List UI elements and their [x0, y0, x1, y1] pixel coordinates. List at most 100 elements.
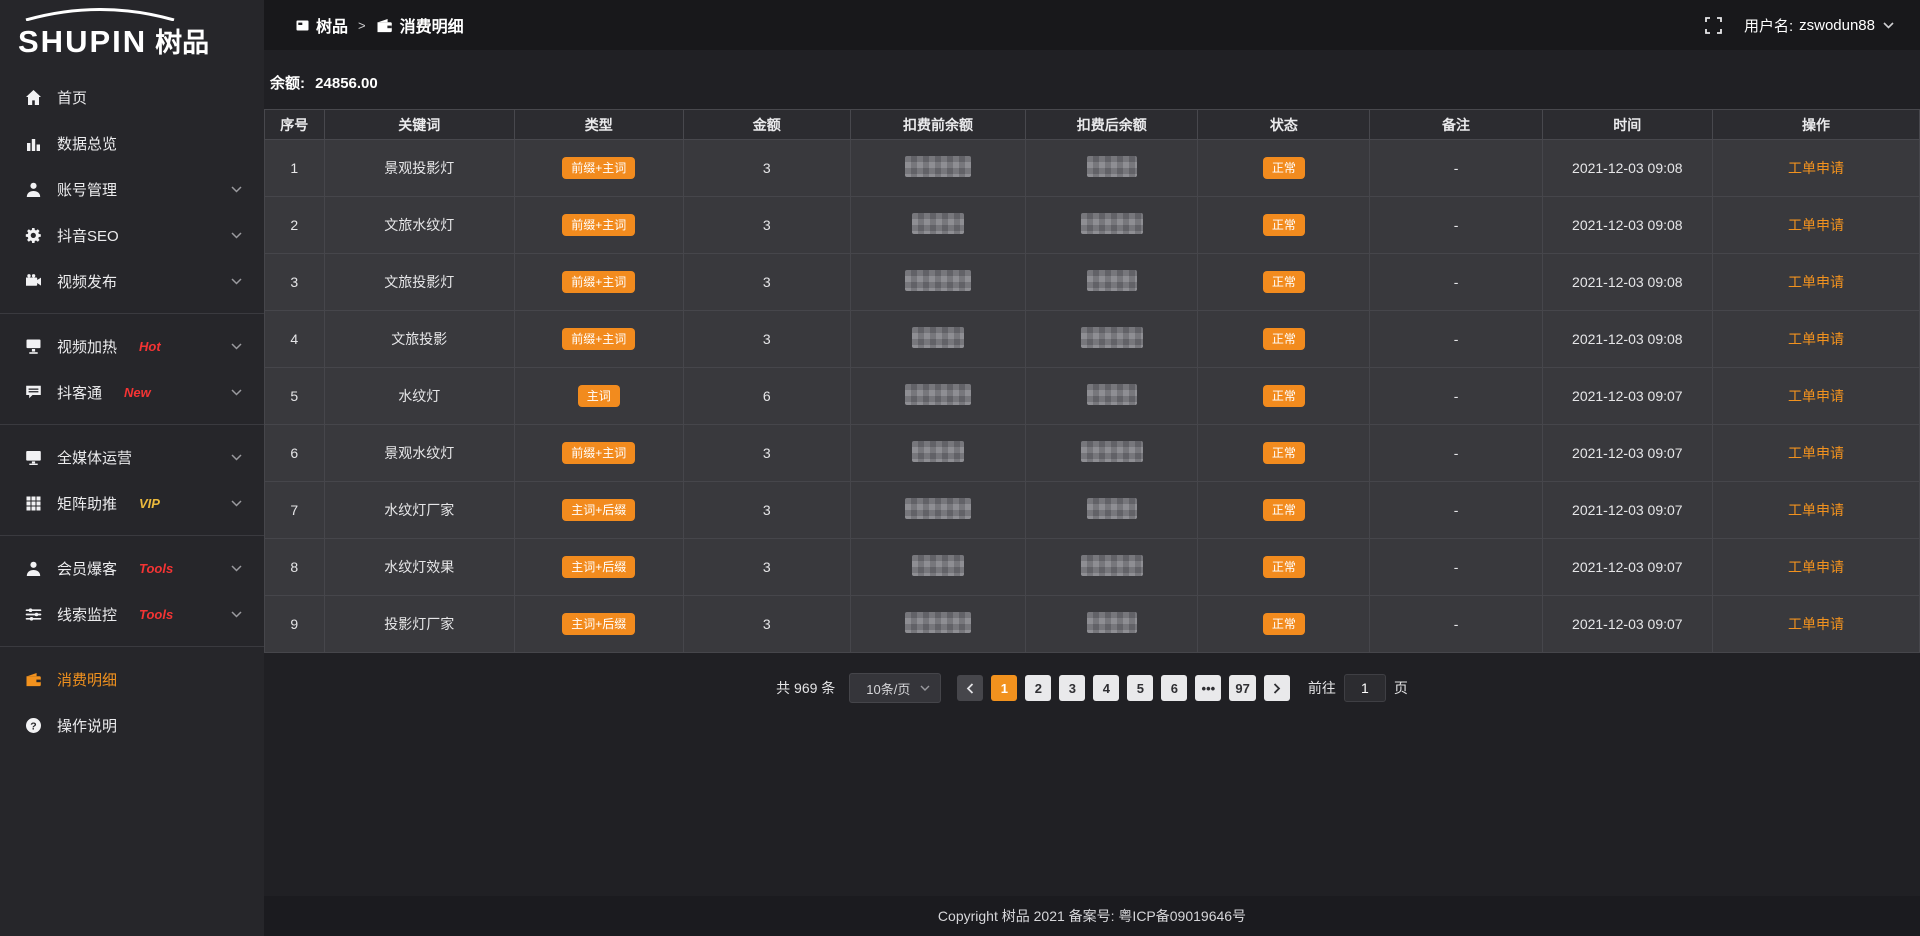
page-ellipsis-button[interactable]: ••• — [1195, 675, 1221, 701]
cell-action: 工单申请 — [1713, 197, 1920, 254]
prev-page-button[interactable] — [957, 675, 983, 701]
page-button-97[interactable]: 97 — [1229, 675, 1255, 701]
chevron-down-icon — [231, 500, 242, 507]
type-badge: 前缀+主词 — [562, 328, 635, 350]
work-order-link[interactable]: 工单申请 — [1788, 388, 1844, 404]
sidebar-item-badge: Hot — [139, 339, 161, 354]
cell-no: 9 — [265, 596, 325, 653]
work-order-link[interactable]: 工单申请 — [1788, 616, 1844, 632]
cell-amount: 3 — [683, 596, 850, 653]
work-order-link[interactable]: 工单申请 — [1788, 217, 1844, 233]
work-order-link[interactable]: 工单申请 — [1788, 502, 1844, 518]
cell-balance-before — [850, 425, 1025, 482]
cell-amount: 3 — [683, 197, 850, 254]
cell-keyword: 文旅投影 — [324, 311, 514, 368]
cell-time: 2021-12-03 09:07 — [1542, 368, 1712, 425]
blurred-value — [1087, 612, 1137, 633]
balance-value: 24856.00 — [315, 75, 378, 92]
screen-icon — [24, 337, 42, 355]
table-row: 3 文旅投影灯 前缀+主词 3 正常 - 2021-12-03 09:08 工单… — [265, 254, 1920, 311]
cell-keyword: 景观水纹灯 — [324, 425, 514, 482]
cell-balance-before — [850, 539, 1025, 596]
sidebar-item-首页[interactable]: 首页 — [0, 74, 264, 120]
page-button-5[interactable]: 5 — [1127, 675, 1153, 701]
next-page-button[interactable] — [1264, 675, 1290, 701]
sidebar-item-label: 全媒体运营 — [57, 447, 132, 468]
page-button-1[interactable]: 1 — [991, 675, 1017, 701]
sidebar-item-视频发布[interactable]: 视频发布 — [0, 258, 264, 304]
page-button-3[interactable]: 3 — [1059, 675, 1085, 701]
page-button-2[interactable]: 2 — [1025, 675, 1051, 701]
monitor-icon — [24, 448, 42, 466]
blurred-value — [1081, 213, 1143, 234]
work-order-link[interactable]: 工单申请 — [1788, 160, 1844, 176]
column-header: 类型 — [514, 110, 683, 140]
goto-page-input[interactable] — [1344, 674, 1386, 702]
type-badge: 主词 — [578, 385, 620, 407]
sidebar-item-label: 首页 — [57, 87, 87, 108]
cell-amount: 6 — [683, 368, 850, 425]
cell-balance-after — [1026, 539, 1198, 596]
status-badge: 正常 — [1263, 328, 1305, 350]
cell-type: 前缀+主词 — [514, 425, 683, 482]
sidebar-item-线索监控[interactable]: 线索监控 Tools — [0, 591, 264, 637]
wallet-icon — [24, 670, 42, 688]
page-button-6[interactable]: 6 — [1161, 675, 1187, 701]
sliders-icon — [24, 605, 42, 623]
sidebar-item-视频加热[interactable]: 视频加热 Hot — [0, 323, 264, 369]
work-order-link[interactable]: 工单申请 — [1788, 445, 1844, 461]
type-badge: 前缀+主词 — [562, 271, 635, 293]
status-badge: 正常 — [1263, 613, 1305, 635]
breadcrumb-item-消费明细[interactable]: 消费明细 — [376, 13, 464, 37]
sidebar-item-label: 视频加热 — [57, 336, 117, 357]
user-menu[interactable]: 用户名: zswodun88 — [1744, 15, 1894, 36]
column-header: 状态 — [1198, 110, 1370, 140]
sidebar-item-操作说明[interactable]: ? 操作说明 — [0, 702, 264, 748]
sidebar-item-账号管理[interactable]: 账号管理 — [0, 166, 264, 212]
balance: 余额: 24856.00 — [264, 72, 1920, 109]
sidebar-item-label: 数据总览 — [57, 133, 117, 154]
breadcrumb: 树品>消费明细 — [296, 13, 464, 37]
work-order-link[interactable]: 工单申请 — [1788, 559, 1844, 575]
table-row: 5 水纹灯 主词 6 正常 - 2021-12-03 09:07 工单申请 — [265, 368, 1920, 425]
sidebar-item-矩阵助推[interactable]: 矩阵助推 VIP — [0, 480, 264, 526]
bar-chart-icon — [24, 134, 42, 152]
cell-status: 正常 — [1198, 482, 1370, 539]
blurred-value — [912, 327, 964, 348]
cell-status: 正常 — [1198, 596, 1370, 653]
sidebar-item-抖客通[interactable]: 抖客通 New — [0, 369, 264, 415]
page-size-select[interactable]: 10条/页 — [849, 673, 941, 703]
sidebar-item-抖音SEO[interactable]: 抖音SEO — [0, 212, 264, 258]
cell-no: 5 — [265, 368, 325, 425]
blurred-value — [912, 441, 964, 462]
blurred-value — [905, 384, 971, 405]
topbar: 树品>消费明细 用户名: zswodun88 — [264, 0, 1920, 50]
cell-balance-after — [1026, 596, 1198, 653]
sidebar-item-全媒体运营[interactable]: 全媒体运营 — [0, 434, 264, 480]
panel-icon — [296, 19, 309, 32]
sidebar-item-badge: Tools — [139, 561, 173, 576]
cell-balance-before — [850, 140, 1025, 197]
cell-type: 主词+后缀 — [514, 482, 683, 539]
page-button-4[interactable]: 4 — [1093, 675, 1119, 701]
sidebar-item-数据总览[interactable]: 数据总览 — [0, 120, 264, 166]
sidebar-item-会员爆客[interactable]: 会员爆客 Tools — [0, 545, 264, 591]
blurred-value — [1081, 555, 1143, 576]
work-order-link[interactable]: 工单申请 — [1788, 274, 1844, 290]
breadcrumb-item-树品[interactable]: 树品 — [296, 13, 348, 37]
chevron-down-icon — [231, 343, 242, 350]
page-buttons: 123456 ••• 97 — [991, 675, 1255, 701]
cell-action: 工单申请 — [1713, 425, 1920, 482]
cell-action: 工单申请 — [1713, 539, 1920, 596]
work-order-link[interactable]: 工单申请 — [1788, 331, 1844, 347]
sidebar-item-消费明细[interactable]: 消费明细 — [0, 656, 264, 702]
chevron-down-icon — [920, 685, 930, 691]
chat-icon — [24, 383, 42, 401]
column-header: 关键词 — [324, 110, 514, 140]
fullscreen-icon[interactable] — [1705, 17, 1722, 34]
cell-keyword: 水纹灯厂家 — [324, 482, 514, 539]
cell-balance-after — [1026, 197, 1198, 254]
cell-time: 2021-12-03 09:07 — [1542, 596, 1712, 653]
page-size-value: 10条/页 — [866, 679, 910, 698]
cell-remark: - — [1370, 425, 1542, 482]
